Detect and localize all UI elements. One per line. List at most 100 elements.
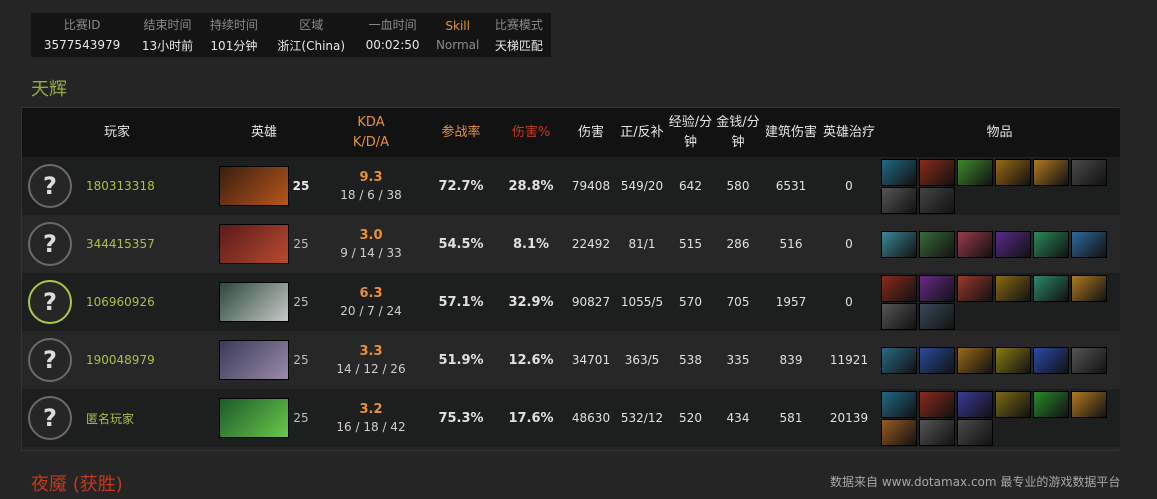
lasthits-value: 532/12: [616, 389, 668, 447]
damage-pct-value: 28.8%: [496, 157, 566, 215]
building-damage-value: 1957: [763, 273, 819, 331]
player-avatar[interactable]: ?: [28, 222, 72, 266]
player-avatar[interactable]: ?: [28, 164, 72, 208]
item-icon[interactable]: [881, 186, 917, 214]
item-icon[interactable]: [919, 346, 955, 374]
hero-cell: 25: [212, 282, 316, 322]
dire-team-title: 夜魇 (获胜): [31, 474, 123, 495]
item-icon[interactable]: [919, 390, 955, 418]
data-source-credit: 数据来自 www.dotamax.com 最专业的游戏数据平台: [830, 475, 1121, 489]
player-avatar[interactable]: ?: [28, 396, 72, 440]
player-name-link[interactable]: 344415357: [86, 237, 155, 251]
kda-ratio: 9.3: [359, 170, 383, 185]
item-icon[interactable]: [957, 418, 993, 446]
item-icon[interactable]: [881, 390, 917, 418]
player-name-link[interactable]: 180313318: [86, 179, 155, 193]
xpm-value: 538: [668, 331, 713, 389]
hero-portrait[interactable]: [219, 282, 290, 322]
match-id-label: 比赛ID: [63, 18, 101, 32]
col-damage-pct[interactable]: 伤害%: [496, 108, 566, 157]
item-icon[interactable]: [881, 158, 917, 186]
item-icon[interactable]: [1033, 158, 1069, 186]
match-info-panel: 比赛ID 结束时间 持续时间 区域 一血时间 Skill 比赛模式 357754…: [31, 13, 551, 57]
col-gpm[interactable]: 金钱/分钟: [713, 108, 763, 157]
damage-value: 48630: [566, 389, 616, 447]
item-icon[interactable]: [957, 390, 993, 418]
item-icon[interactable]: [919, 418, 955, 446]
item-icon[interactable]: [995, 230, 1031, 258]
col-kda[interactable]: KDA K/D/A: [316, 108, 426, 157]
region-label: 区域: [299, 18, 324, 32]
player-row: ? 180313318 25 9.3 18 / 6 / 38 72.7% 28.8% 7940…: [22, 157, 1120, 215]
item-icon[interactable]: [1033, 346, 1069, 374]
hero-portrait[interactable]: [219, 340, 290, 380]
item-icon[interactable]: [919, 274, 955, 302]
item-icon[interactable]: [919, 230, 955, 258]
item-icon[interactable]: [995, 346, 1031, 374]
player-cell: ? 180313318: [22, 164, 212, 208]
item-icon[interactable]: [1071, 158, 1107, 186]
item-icon[interactable]: [919, 302, 955, 330]
hero-healing-value: 0: [819, 273, 879, 331]
player-cell: ? 106960926: [22, 280, 212, 324]
item-icon[interactable]: [1071, 230, 1107, 258]
hero-portrait[interactable]: [219, 224, 290, 264]
col-xpm[interactable]: 经验/分钟: [668, 108, 713, 157]
item-icon[interactable]: [881, 302, 917, 330]
first-blood-label: 一血时间: [368, 18, 417, 32]
col-damage[interactable]: 伤害: [566, 108, 616, 157]
item-icon[interactable]: [995, 158, 1031, 186]
item-icon[interactable]: [1033, 390, 1069, 418]
skill-value: Normal: [435, 38, 480, 52]
item-icon[interactable]: [995, 274, 1031, 302]
player-cell: ? 190048979: [22, 338, 212, 382]
player-name-link[interactable]: 匿名玩家: [86, 410, 134, 427]
item-icon[interactable]: [1071, 346, 1107, 374]
item-icon[interactable]: [881, 346, 917, 374]
item-icon[interactable]: [881, 274, 917, 302]
item-icon[interactable]: [995, 390, 1031, 418]
end-time-value: 13小时前: [141, 38, 194, 53]
xpm-value: 570: [668, 273, 713, 331]
hero-portrait[interactable]: [218, 166, 289, 206]
player-avatar[interactable]: ?: [28, 338, 72, 382]
gpm-value: 705: [713, 273, 763, 331]
item-icon[interactable]: [919, 186, 955, 214]
col-building[interactable]: 建筑伤害: [763, 108, 819, 157]
participation-value: 75.3%: [426, 389, 496, 447]
item-icon[interactable]: [957, 346, 993, 374]
hero-portrait[interactable]: [219, 398, 290, 438]
building-damage-value: 6531: [763, 157, 819, 215]
item-icon[interactable]: [1033, 274, 1069, 302]
item-icon[interactable]: [919, 158, 955, 186]
hero-healing-value: 0: [819, 215, 879, 273]
item-icon[interactable]: [1071, 274, 1107, 302]
item-icon[interactable]: [1071, 390, 1107, 418]
gpm-value: 335: [713, 331, 763, 389]
items-cell: [879, 331, 1120, 389]
player-name-link[interactable]: 106960926: [86, 295, 155, 309]
item-icon[interactable]: [957, 274, 993, 302]
player-avatar[interactable]: ?: [28, 280, 72, 324]
first-blood-value: 00:02:50: [365, 38, 420, 52]
item-icon[interactable]: [957, 158, 993, 186]
game-mode-value: 天梯匹配: [494, 38, 543, 53]
player-name-link[interactable]: 190048979: [86, 353, 155, 367]
kda-detail: 20 / 7 / 24: [340, 304, 402, 318]
item-icon[interactable]: [881, 230, 917, 258]
gpm-value: 580: [713, 157, 763, 215]
col-hero[interactable]: 英雄: [212, 108, 316, 157]
item-icon[interactable]: [881, 418, 917, 446]
hero-cell: 25: [212, 340, 316, 380]
damage-value: 34701: [566, 331, 616, 389]
scoreboard-header: 玩家 英雄 KDA K/D/A 参战率 伤害% 伤害 正/反补 经验/分钟 金钱/…: [22, 108, 1120, 157]
col-player[interactable]: 玩家: [22, 108, 212, 157]
kda-detail: 9 / 14 / 33: [340, 246, 402, 260]
col-healing[interactable]: 英雄治疗: [819, 108, 879, 157]
col-lasthits[interactable]: 正/反补: [616, 108, 668, 157]
duration-label: 持续时间: [209, 18, 258, 32]
kda-ratio: 6.3: [359, 286, 383, 301]
item-icon[interactable]: [957, 230, 993, 258]
col-participation[interactable]: 参战率: [426, 108, 496, 157]
item-icon[interactable]: [1033, 230, 1069, 258]
